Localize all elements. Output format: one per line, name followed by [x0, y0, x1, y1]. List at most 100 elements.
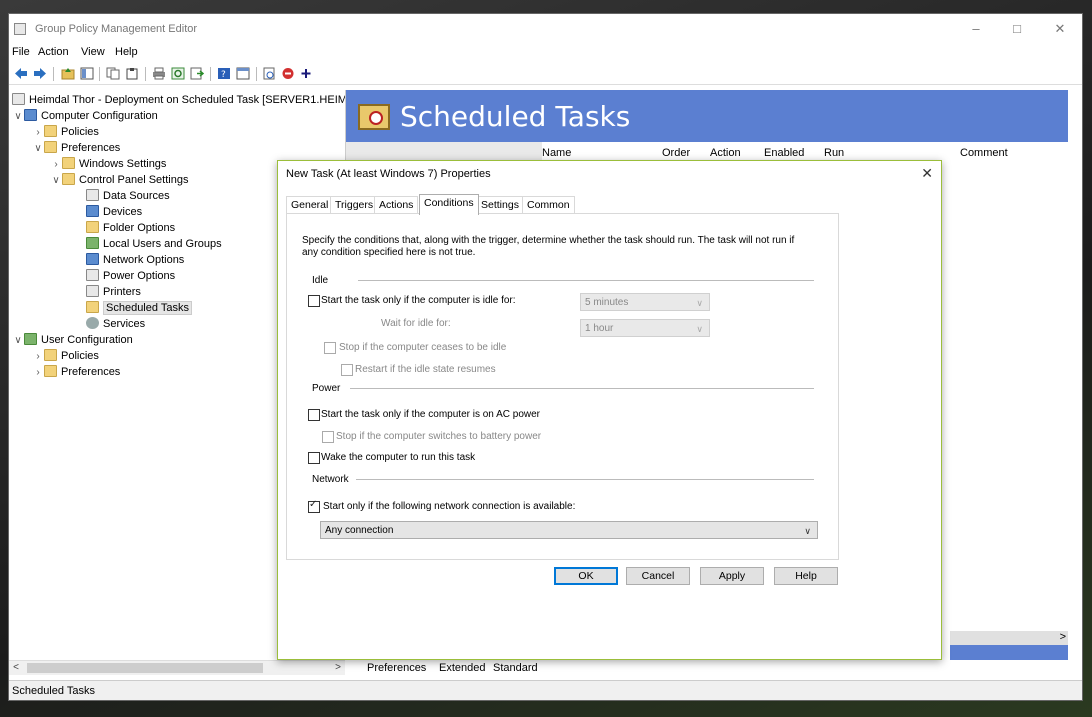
- ac-power-checkbox[interactable]: [308, 409, 320, 421]
- tree-devices[interactable]: Devices: [86, 204, 142, 220]
- scroll-right-arrow-icon[interactable]: >: [1060, 631, 1066, 643]
- properties-icon[interactable]: [236, 67, 250, 80]
- tree-uc-policies[interactable]: › Policies: [32, 348, 99, 364]
- menu-view[interactable]: View: [81, 46, 105, 58]
- tab-actions[interactable]: Actions: [374, 196, 419, 214]
- printer-icon: [86, 285, 99, 297]
- tree-horizontal-scrollbar[interactable]: < >: [9, 660, 345, 675]
- maximize-button[interactable]: □: [1002, 20, 1032, 38]
- chevron-right-icon[interactable]: ›: [50, 157, 62, 173]
- toolbar-separator: [53, 67, 54, 81]
- task-properties-dialog: New Task (At least Windows 7) Properties…: [277, 160, 942, 660]
- tree-uc-preferences[interactable]: › Preferences: [32, 364, 120, 380]
- wait-duration-value: 1 hour: [585, 323, 614, 334]
- tab-common[interactable]: Common: [522, 196, 575, 214]
- column-comment[interactable]: Comment: [960, 144, 1008, 162]
- cancel-button[interactable]: Cancel: [626, 567, 690, 585]
- tab-extended[interactable]: Extended: [439, 662, 485, 674]
- menu-help[interactable]: Help: [115, 46, 138, 58]
- stop-if-not-idle-label: Stop if the computer ceases to be idle: [339, 342, 507, 353]
- tree-folder-options[interactable]: Folder Options: [86, 220, 175, 236]
- tab-settings[interactable]: Settings: [476, 196, 524, 214]
- copy-icon[interactable]: [106, 67, 120, 80]
- toolbar-separator: [145, 67, 146, 81]
- tree-root[interactable]: Heimdal Thor - Deployment on Scheduled T…: [12, 92, 355, 108]
- help-icon[interactable]: ?: [217, 67, 231, 80]
- battery-stop-label: Stop if the computer switches to battery…: [336, 431, 542, 442]
- minimize-button[interactable]: –: [961, 20, 991, 38]
- paste-icon[interactable]: [125, 67, 139, 80]
- tree-user-configuration[interactable]: ∨ User Configuration: [12, 332, 133, 348]
- forward-arrow-icon[interactable]: [33, 67, 47, 80]
- tab-preferences[interactable]: Preferences: [367, 662, 426, 674]
- tab-conditions[interactable]: Conditions: [419, 194, 479, 215]
- tree-label: Services: [103, 318, 146, 330]
- menu-file[interactable]: File: [12, 46, 30, 58]
- wait-duration-select[interactable]: 1 hour ∨: [580, 319, 710, 337]
- battery-stop-checkbox[interactable]: [322, 431, 334, 443]
- network-connection-select[interactable]: Any connection ∨: [320, 521, 818, 539]
- tree-computer-configuration[interactable]: ∨ Computer Configuration: [12, 108, 158, 124]
- gpo-icon: [12, 93, 25, 105]
- restart-idle-checkbox[interactable]: [341, 364, 353, 376]
- print-icon[interactable]: [152, 67, 166, 80]
- tree-label: Preferences: [61, 142, 121, 154]
- back-arrow-icon[interactable]: [14, 67, 28, 80]
- tree-scheduled-tasks[interactable]: Scheduled Tasks: [86, 300, 192, 316]
- tree-cc-policies[interactable]: › Policies: [32, 124, 99, 140]
- scroll-thumb[interactable]: [27, 663, 263, 673]
- chevron-right-icon[interactable]: ›: [32, 365, 44, 381]
- help-button[interactable]: Help: [774, 567, 838, 585]
- tree-services[interactable]: Services: [86, 316, 145, 332]
- tree-printers[interactable]: Printers: [86, 284, 141, 300]
- chevron-right-icon[interactable]: ›: [32, 349, 44, 365]
- scroll-left-arrow-icon[interactable]: <: [9, 661, 23, 675]
- scroll-right-arrow-icon[interactable]: >: [331, 661, 345, 675]
- idle-start-checkbox[interactable]: [308, 295, 320, 307]
- network-checkbox[interactable]: [308, 499, 320, 513]
- chevron-down-icon: ∨: [804, 526, 811, 536]
- toolbar-separator: [256, 67, 257, 81]
- tree-control-panel-settings[interactable]: ∨ Control Panel Settings: [50, 172, 188, 188]
- tab-triggers[interactable]: Triggers: [330, 196, 379, 214]
- idle-duration-select[interactable]: 5 minutes ∨: [580, 293, 710, 311]
- chevron-down-icon[interactable]: ∨: [12, 333, 24, 349]
- stop-if-not-idle-checkbox[interactable]: [324, 342, 336, 354]
- preview-icon[interactable]: [262, 67, 276, 80]
- ok-button[interactable]: OK: [554, 567, 618, 585]
- menu-action[interactable]: Action: [38, 46, 69, 58]
- chevron-down-icon[interactable]: ∨: [12, 109, 24, 125]
- dialog-close-button[interactable]: ✕: [921, 165, 933, 182]
- up-folder-icon[interactable]: [61, 67, 75, 80]
- folder-options-icon: [86, 221, 99, 233]
- tab-general[interactable]: General: [286, 196, 334, 214]
- tree-power-options[interactable]: Power Options: [86, 268, 175, 284]
- tree-cc-preferences[interactable]: ∨ Preferences: [32, 140, 120, 156]
- chevron-down-icon[interactable]: ∨: [50, 173, 62, 189]
- tree-local-users-groups[interactable]: Local Users and Groups: [86, 236, 222, 252]
- show-hide-tree-icon[interactable]: [80, 67, 94, 80]
- add-icon[interactable]: [299, 67, 313, 80]
- idle-group-label: Idle: [312, 275, 329, 286]
- list-horizontal-scrollbar[interactable]: >: [950, 631, 1068, 645]
- window-title: Group Policy Management Editor: [35, 23, 198, 35]
- tree-data-sources[interactable]: Data Sources: [86, 188, 170, 204]
- export-icon[interactable]: [190, 67, 205, 80]
- tab-standard[interactable]: Standard: [493, 662, 538, 674]
- chevron-down-icon[interactable]: ∨: [32, 141, 44, 157]
- stop-icon[interactable]: [281, 67, 295, 80]
- network-connection-value: Any connection: [325, 525, 394, 536]
- apply-button[interactable]: Apply: [700, 567, 764, 585]
- chevron-down-icon: ∨: [696, 298, 703, 308]
- power-icon: [86, 269, 99, 281]
- status-text: Scheduled Tasks: [12, 685, 95, 697]
- wake-checkbox[interactable]: [308, 452, 320, 464]
- chevron-right-icon[interactable]: ›: [32, 125, 44, 141]
- tree-network-options[interactable]: Network Options: [86, 252, 184, 268]
- tree-windows-settings[interactable]: › Windows Settings: [50, 156, 166, 172]
- close-button[interactable]: ✕: [1045, 20, 1075, 38]
- tree-label: Control Panel Settings: [79, 174, 189, 186]
- chevron-down-icon: ∨: [696, 324, 703, 334]
- tree-label: Network Options: [103, 254, 185, 266]
- refresh-icon[interactable]: [171, 67, 185, 80]
